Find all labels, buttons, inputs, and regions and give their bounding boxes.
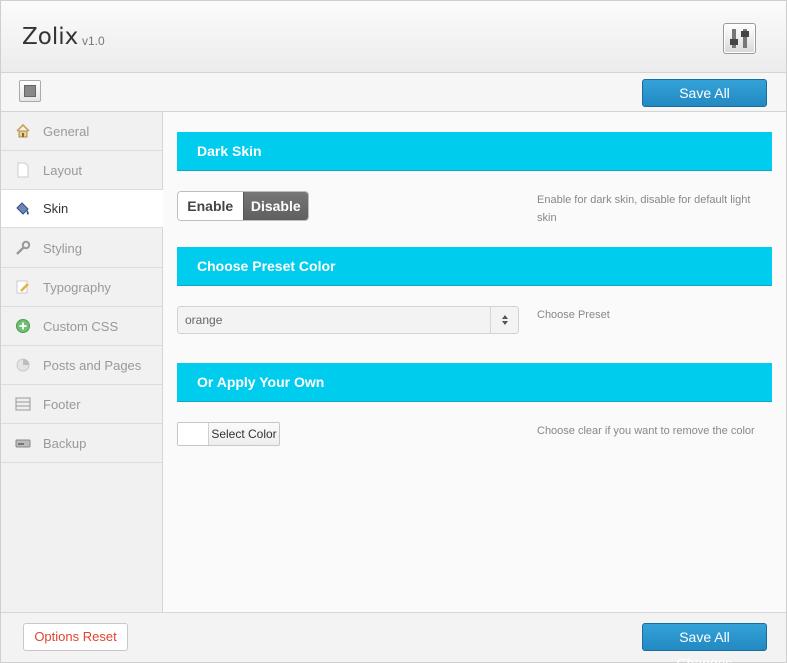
sidebar-item-label: Typography	[43, 279, 111, 295]
panel-header: Zolix v1.0	[1, 1, 786, 73]
sidebar-item-label: Custom CSS	[43, 318, 119, 334]
collapse-panel-icon[interactable]	[19, 80, 41, 102]
save-all-changes-button-bottom[interactable]: Save All Changes	[642, 623, 767, 663]
sidebar-item-label: Styling	[43, 240, 83, 256]
brand-title: Zolix	[22, 24, 79, 50]
sidebar-item-label: Layout	[43, 162, 83, 178]
sidebar-item-label: Footer	[43, 396, 81, 412]
pie-icon	[15, 357, 31, 373]
pencil-icon	[15, 279, 31, 295]
options-panel: Zolix v1.0 Save All Changes General Layo	[0, 0, 787, 663]
panel-footer: Options Reset Save All Changes	[1, 612, 786, 663]
sidebar-item-layout[interactable]: Layout	[1, 151, 162, 190]
color-swatch	[178, 423, 209, 445]
select-arrows-icon	[490, 307, 518, 333]
sidebar-item-general[interactable]: General	[1, 112, 162, 151]
sidebar-item-posts-and-pages[interactable]: Posts and Pages	[1, 346, 162, 385]
version-label: v1.0	[82, 34, 105, 48]
dark-skin-heading: Dark Skin	[177, 132, 772, 171]
sidebar-item-label: Posts and Pages	[43, 357, 142, 373]
preset-color-description: Choose Preset	[537, 309, 610, 321]
sidebar-item-skin[interactable]: Skin	[1, 189, 163, 228]
sidebar-item-styling[interactable]: Styling	[1, 229, 162, 268]
dark-skin-description: Enable for dark skin, disable for defaul…	[537, 194, 751, 224]
sidebar-item-label: Backup	[43, 435, 87, 451]
select-color-button[interactable]: Select Color	[177, 422, 280, 446]
select-color-label: Select Color	[209, 423, 279, 445]
options-reset-button[interactable]: Options Reset	[23, 623, 128, 651]
home-icon	[15, 123, 31, 139]
sidebar-item-backup[interactable]: Backup	[1, 424, 162, 463]
disable-option[interactable]: Disable	[242, 192, 308, 220]
enable-option[interactable]: Enable	[178, 192, 243, 220]
sidebar: General Layout Skin Styling Typography C…	[1, 112, 163, 612]
dark-skin-toggle[interactable]: Enable Disable	[177, 191, 309, 221]
sidebar-item-typography[interactable]: Typography	[1, 268, 162, 307]
preset-color-heading: Choose Preset Color	[177, 247, 772, 286]
drive-icon	[15, 435, 31, 451]
sidebar-item-custom-css[interactable]: Custom CSS	[1, 307, 162, 346]
own-color-description: Choose clear if you want to remove the c…	[537, 425, 755, 437]
save-all-changes-button[interactable]: Save All Changes	[642, 79, 767, 127]
sidebar-item-label: General	[43, 123, 90, 139]
preset-color-select[interactable]: orange	[177, 306, 519, 334]
paint-bucket-icon	[15, 201, 31, 217]
footer-icon	[15, 396, 31, 412]
own-color-heading: Or Apply Your Own	[177, 363, 772, 402]
toolbar: Save All Changes	[1, 73, 786, 127]
page-icon	[15, 162, 31, 178]
preset-color-value: orange	[185, 313, 223, 327]
sidebar-item-label: Skin	[43, 201, 69, 216]
main-content: Dark Skin Enable Disable Enable for dark…	[163, 112, 786, 612]
sliders-icon[interactable]	[723, 23, 756, 54]
wrench-icon	[15, 240, 31, 256]
plus-circle-icon	[15, 318, 31, 334]
sidebar-item-footer[interactable]: Footer	[1, 385, 162, 424]
